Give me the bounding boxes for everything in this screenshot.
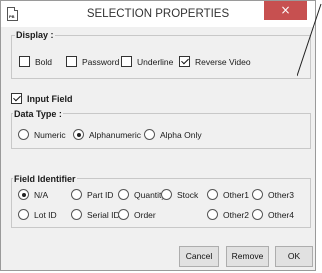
bold-checkbox-box[interactable] <box>19 56 30 67</box>
other2-radio[interactable]: Other2 <box>207 209 249 220</box>
other4-label: Other4 <box>268 209 294 220</box>
password-checkbox[interactable]: Password <box>66 56 119 67</box>
input-field-label: Input Field <box>27 93 73 104</box>
other1-radio-circle[interactable] <box>207 189 218 200</box>
serial-id-radio[interactable]: Serial ID <box>71 209 120 220</box>
diagonal-line <box>297 3 322 77</box>
remove-button[interactable]: Remove <box>226 246 269 267</box>
bold-checkbox[interactable]: Bold <box>19 56 52 67</box>
serial-id-radio-circle[interactable] <box>71 209 82 220</box>
na-radio[interactable]: N/A <box>18 189 48 200</box>
other4-radio-circle[interactable] <box>252 209 263 220</box>
selection-properties-dialog: PB SELECTION PROPERTIES × Display : Bold… <box>0 0 316 271</box>
part-id-radio[interactable]: Part ID <box>71 189 113 200</box>
reverse-video-label: Reverse Video <box>195 56 251 67</box>
stock-radio[interactable]: Stock <box>161 189 198 200</box>
password-label: Password <box>82 56 120 67</box>
other2-radio-circle[interactable] <box>207 209 218 220</box>
reverse-video-checkbox-box[interactable] <box>179 56 190 67</box>
other2-label: Other2 <box>223 209 249 220</box>
field-identifier-group-label: Field Identifier <box>13 174 77 184</box>
quantity-radio-circle[interactable] <box>118 189 129 200</box>
password-checkbox-box[interactable] <box>66 56 77 67</box>
alpha-only-label: Alpha Only <box>160 129 202 140</box>
field-identifier-group <box>11 178 311 228</box>
cancel-button[interactable]: Cancel <box>179 246 219 267</box>
stock-radio-circle[interactable] <box>161 189 172 200</box>
other1-label: Other1 <box>223 189 249 200</box>
reverse-video-checkbox[interactable]: Reverse Video <box>179 56 251 67</box>
other3-radio-circle[interactable] <box>252 189 263 200</box>
title-bar: PB SELECTION PROPERTIES × <box>1 1 315 27</box>
underline-label: Underline <box>137 56 174 67</box>
lot-id-label: Lot ID <box>34 209 57 220</box>
input-field-checkbox-box[interactable] <box>11 93 22 104</box>
underline-checkbox[interactable]: Underline <box>121 56 173 67</box>
bold-label: Bold <box>35 56 53 67</box>
part-id-radio-circle[interactable] <box>71 189 82 200</box>
lot-id-radio-circle[interactable] <box>18 209 29 220</box>
part-id-label: Part ID <box>87 189 114 200</box>
underline-checkbox-box[interactable] <box>121 56 132 67</box>
ok-button[interactable]: OK <box>275 246 313 267</box>
alphanumeric-radio[interactable]: Alphanumeric <box>73 129 141 140</box>
display-group-label: Display : <box>15 30 55 40</box>
lot-id-radio[interactable]: Lot ID <box>18 209 57 220</box>
input-field-checkbox[interactable]: Input Field <box>11 93 73 104</box>
other3-label: Other3 <box>268 189 294 200</box>
data-type-group-label: Data Type : <box>13 109 63 119</box>
numeric-radio-circle[interactable] <box>18 129 29 140</box>
numeric-radio[interactable]: Numeric <box>18 129 66 140</box>
other4-radio[interactable]: Other4 <box>252 209 294 220</box>
serial-id-label: Serial ID <box>87 209 120 220</box>
alpha-only-radio[interactable]: Alpha Only <box>144 129 202 140</box>
other1-radio[interactable]: Other1 <box>207 189 249 200</box>
order-radio-circle[interactable] <box>118 209 129 220</box>
alphanumeric-label: Alphanumeric <box>89 129 141 140</box>
alpha-only-radio-circle[interactable] <box>144 129 155 140</box>
na-radio-circle[interactable] <box>18 189 29 200</box>
na-label: N/A <box>34 189 49 200</box>
numeric-label: Numeric <box>34 129 66 140</box>
quantity-radio[interactable]: Quantity <box>118 189 166 200</box>
order-label: Order <box>134 209 156 220</box>
other3-radio[interactable]: Other3 <box>252 189 294 200</box>
alphanumeric-radio-circle[interactable] <box>73 129 84 140</box>
stock-label: Stock <box>177 189 199 200</box>
order-radio[interactable]: Order <box>118 209 156 220</box>
